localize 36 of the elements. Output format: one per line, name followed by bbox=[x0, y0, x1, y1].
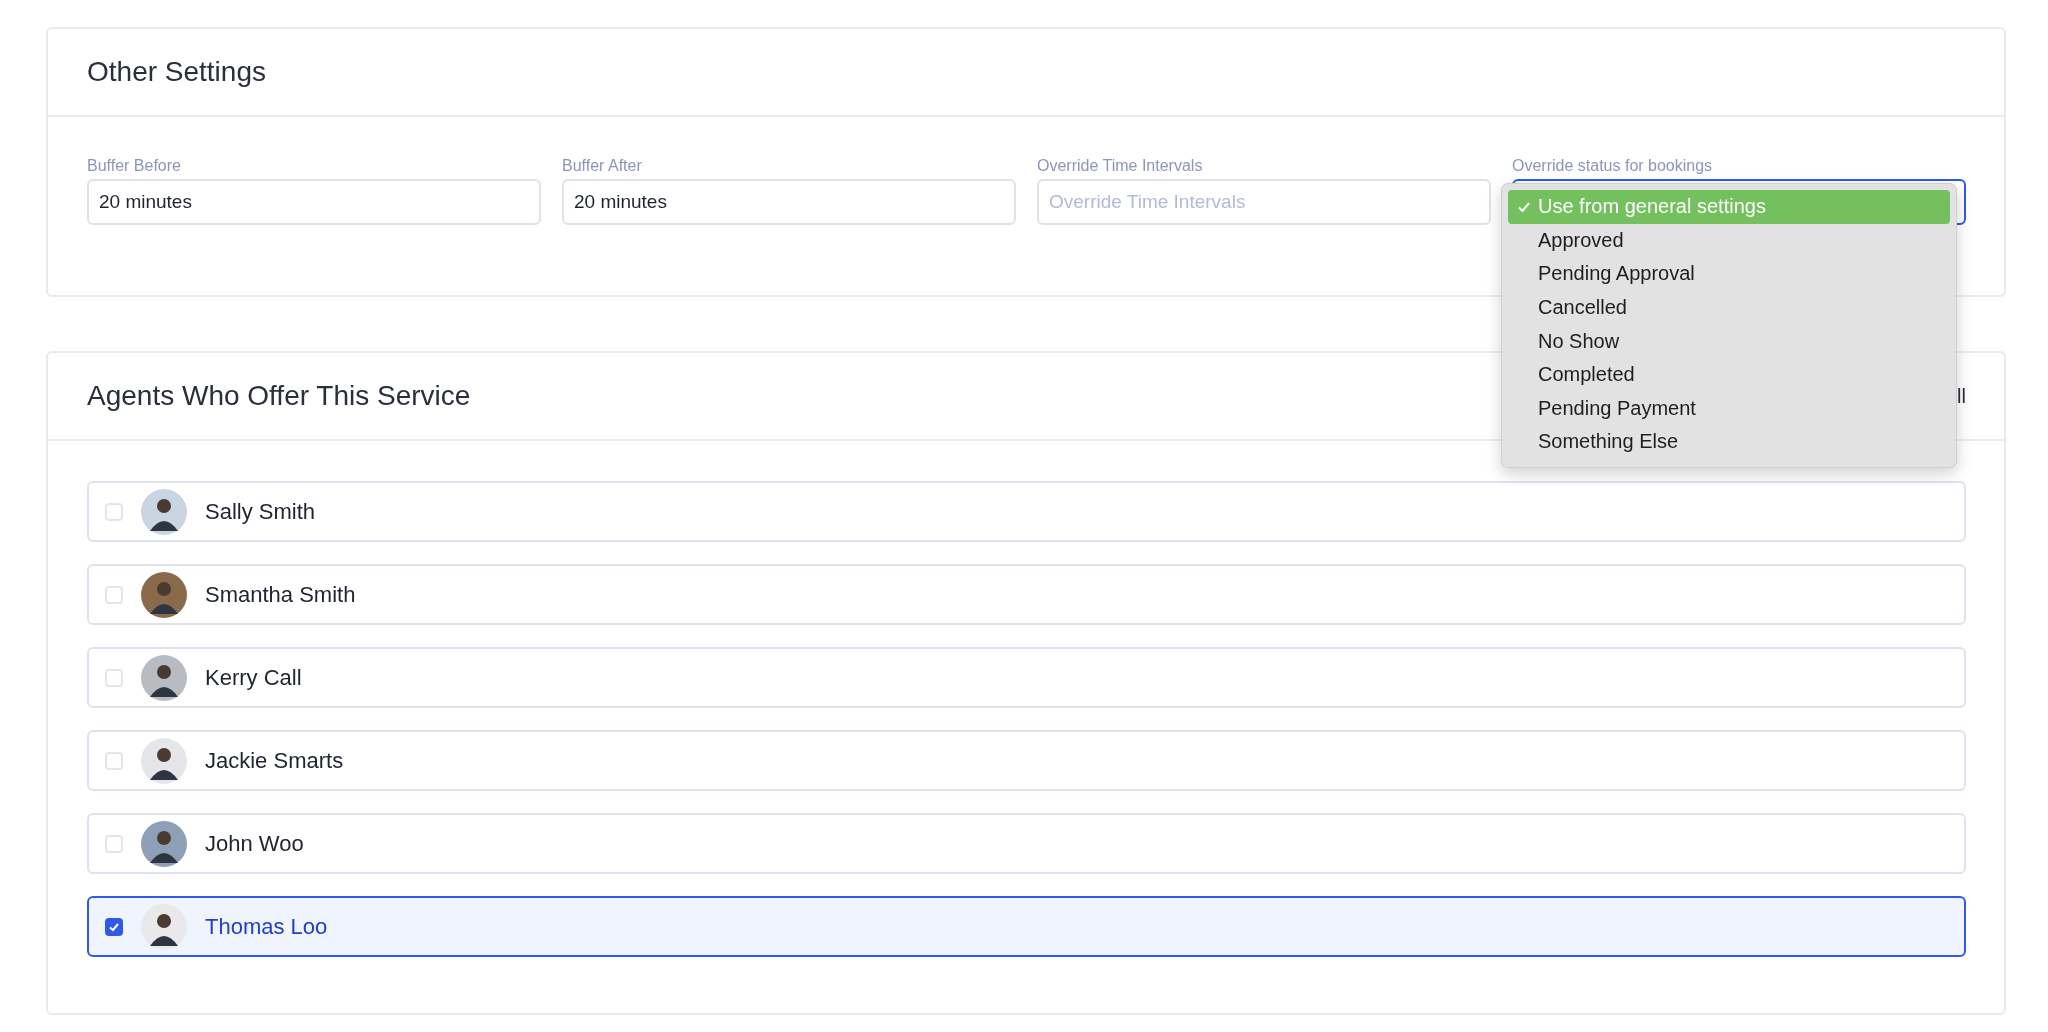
field-label: Buffer Before bbox=[87, 157, 182, 175]
section-title: Other Settings bbox=[87, 56, 266, 88]
avatar-icon bbox=[141, 737, 187, 784]
dropdown-option[interactable]: Completed bbox=[1508, 357, 1950, 392]
select-all-link[interactable]: ll bbox=[1957, 384, 1966, 408]
input-field[interactable]: 20 minutes bbox=[562, 179, 1016, 225]
agent-row[interactable]: Jackie Smarts bbox=[87, 730, 1966, 791]
field-label: Override status for bookings bbox=[1512, 157, 1714, 175]
avatar-icon bbox=[141, 820, 187, 867]
field-label: Override Time Intervals bbox=[1037, 157, 1204, 175]
agent-row[interactable]: Smantha Smith bbox=[87, 564, 1966, 625]
field-label: Buffer After bbox=[562, 157, 643, 175]
avatar-icon bbox=[141, 488, 187, 535]
agent-row[interactable]: Kerry Call bbox=[87, 647, 1966, 708]
agent-row[interactable]: Thomas Loo bbox=[87, 896, 1966, 957]
dropdown-option[interactable]: Cancelled bbox=[1508, 290, 1950, 325]
agent-name: Smantha Smith bbox=[205, 581, 356, 608]
dropdown-option[interactable]: Pending Payment bbox=[1508, 391, 1950, 426]
dropdown-option[interactable]: No Show bbox=[1508, 324, 1950, 358]
avatar-icon bbox=[141, 903, 187, 950]
agent-name: Thomas Loo bbox=[205, 913, 328, 940]
agent-row[interactable]: John Woo bbox=[87, 813, 1966, 874]
agent-name: Kerry Call bbox=[205, 664, 302, 691]
agent-name: Jackie Smarts bbox=[205, 747, 344, 774]
dropdown-option[interactable]: Approved bbox=[1508, 223, 1950, 258]
dropdown-option[interactable]: Pending Approval bbox=[1508, 257, 1950, 291]
section-title: Agents Who Offer This Service bbox=[87, 380, 471, 412]
agent-name: John Woo bbox=[205, 830, 304, 857]
avatar-icon bbox=[141, 571, 187, 618]
agent-row[interactable]: Sally Smith bbox=[87, 481, 1966, 542]
agent-name: Sally Smith bbox=[205, 498, 316, 525]
avatar-icon bbox=[141, 654, 187, 701]
input-field[interactable]: Override Time Intervals bbox=[1037, 179, 1491, 225]
checkbox[interactable] bbox=[105, 917, 123, 936]
input-field[interactable]: 20 minutes bbox=[87, 179, 541, 225]
dropdown-option[interactable]: Something Else bbox=[1508, 425, 1950, 459]
